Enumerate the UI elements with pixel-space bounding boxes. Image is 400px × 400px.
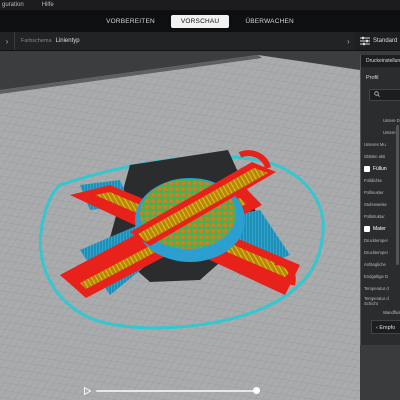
view-toolbar: › Farbschema Linientyp › Standard: [0, 32, 400, 51]
print-settings-toggle[interactable]: › Standard: [347, 32, 400, 50]
layer-preview-scene: [0, 55, 360, 400]
settings-profile-name: Standard: [373, 38, 398, 44]
settings-search-input[interactable]: [369, 89, 400, 101]
setting-row[interactable]: Endgültige D: [361, 271, 400, 283]
layer-playback-bar: [84, 386, 264, 396]
stage-bar: VORBEREITEN VORSCHAU ÜBERWACHEN: [0, 10, 400, 32]
chevron-right-icon[interactable]: ›: [0, 37, 14, 46]
color-scheme-label: Farbschema: [21, 38, 52, 44]
recommended-button[interactable]: ‹ Empfo: [371, 320, 400, 334]
menu-bar: guration Hilfe: [0, 0, 400, 10]
section-header-material[interactable]: Mater: [361, 223, 400, 235]
path-progress-track[interactable]: [96, 390, 260, 392]
setting-row[interactable]: Drucktemper: [361, 235, 400, 247]
menu-item-help[interactable]: Hilfe: [42, 2, 54, 8]
setting-row[interactable]: Untere F: [361, 127, 400, 139]
setting-row[interactable]: Drucktemper: [361, 247, 400, 259]
color-scheme-selector[interactable]: › Farbschema Linientyp: [0, 32, 80, 50]
3d-viewport[interactable]: [0, 51, 360, 400]
chevron-right-icon[interactable]: ›: [347, 37, 350, 46]
setting-row[interactable]: Temperatur d: [361, 283, 400, 295]
tab-prepare[interactable]: VORBEREITEN: [96, 15, 165, 28]
play-icon[interactable]: [84, 387, 91, 395]
setting-row[interactable]: Stufenweise: [361, 199, 400, 211]
setting-row[interactable]: Wandfluss: [361, 307, 400, 319]
settings-list: Untere Di Untere F Unteres Mu Glätten ak…: [361, 115, 400, 319]
setting-row[interactable]: Fülldichte: [361, 175, 400, 187]
tab-monitor[interactable]: ÜBERWACHEN: [235, 15, 304, 28]
setting-row[interactable]: Anfängliche: [361, 259, 400, 271]
recommended-label: Empfo: [379, 325, 396, 331]
menu-item-configuration[interactable]: guration: [2, 2, 24, 8]
material-section-icon: [364, 225, 370, 232]
setting-row[interactable]: Füllmuster: [361, 187, 400, 199]
setting-row[interactable]: Unteres Mu: [361, 139, 400, 151]
setting-row[interactable]: Füllstruktur: [361, 211, 400, 223]
setting-row[interactable]: Temperatur d Schicht: [361, 295, 400, 307]
panel-scrollbar[interactable]: [396, 125, 399, 265]
tab-preview[interactable]: VORSCHAU: [170, 14, 230, 28]
profile-label: Profil: [366, 75, 379, 81]
sliders-icon: [360, 36, 370, 46]
toolbar-divider: [14, 32, 15, 50]
search-icon: [374, 91, 380, 97]
chevron-left-icon: ‹: [376, 325, 378, 331]
color-scheme-value[interactable]: Linientyp: [56, 38, 80, 44]
section-header-infill[interactable]: Füllun: [361, 163, 400, 175]
print-settings-panel: Druckeinstellun Profil Untere Di Untere …: [360, 55, 400, 345]
setting-row[interactable]: Glätten akti: [361, 151, 400, 163]
infill-section-icon: [364, 165, 370, 172]
section-title: Füllun: [373, 166, 387, 172]
path-progress-handle[interactable]: [253, 387, 261, 394]
setting-row[interactable]: Untere Di: [361, 115, 400, 127]
panel-title: Druckeinstellun: [361, 55, 400, 67]
section-title: Mater: [373, 226, 386, 232]
